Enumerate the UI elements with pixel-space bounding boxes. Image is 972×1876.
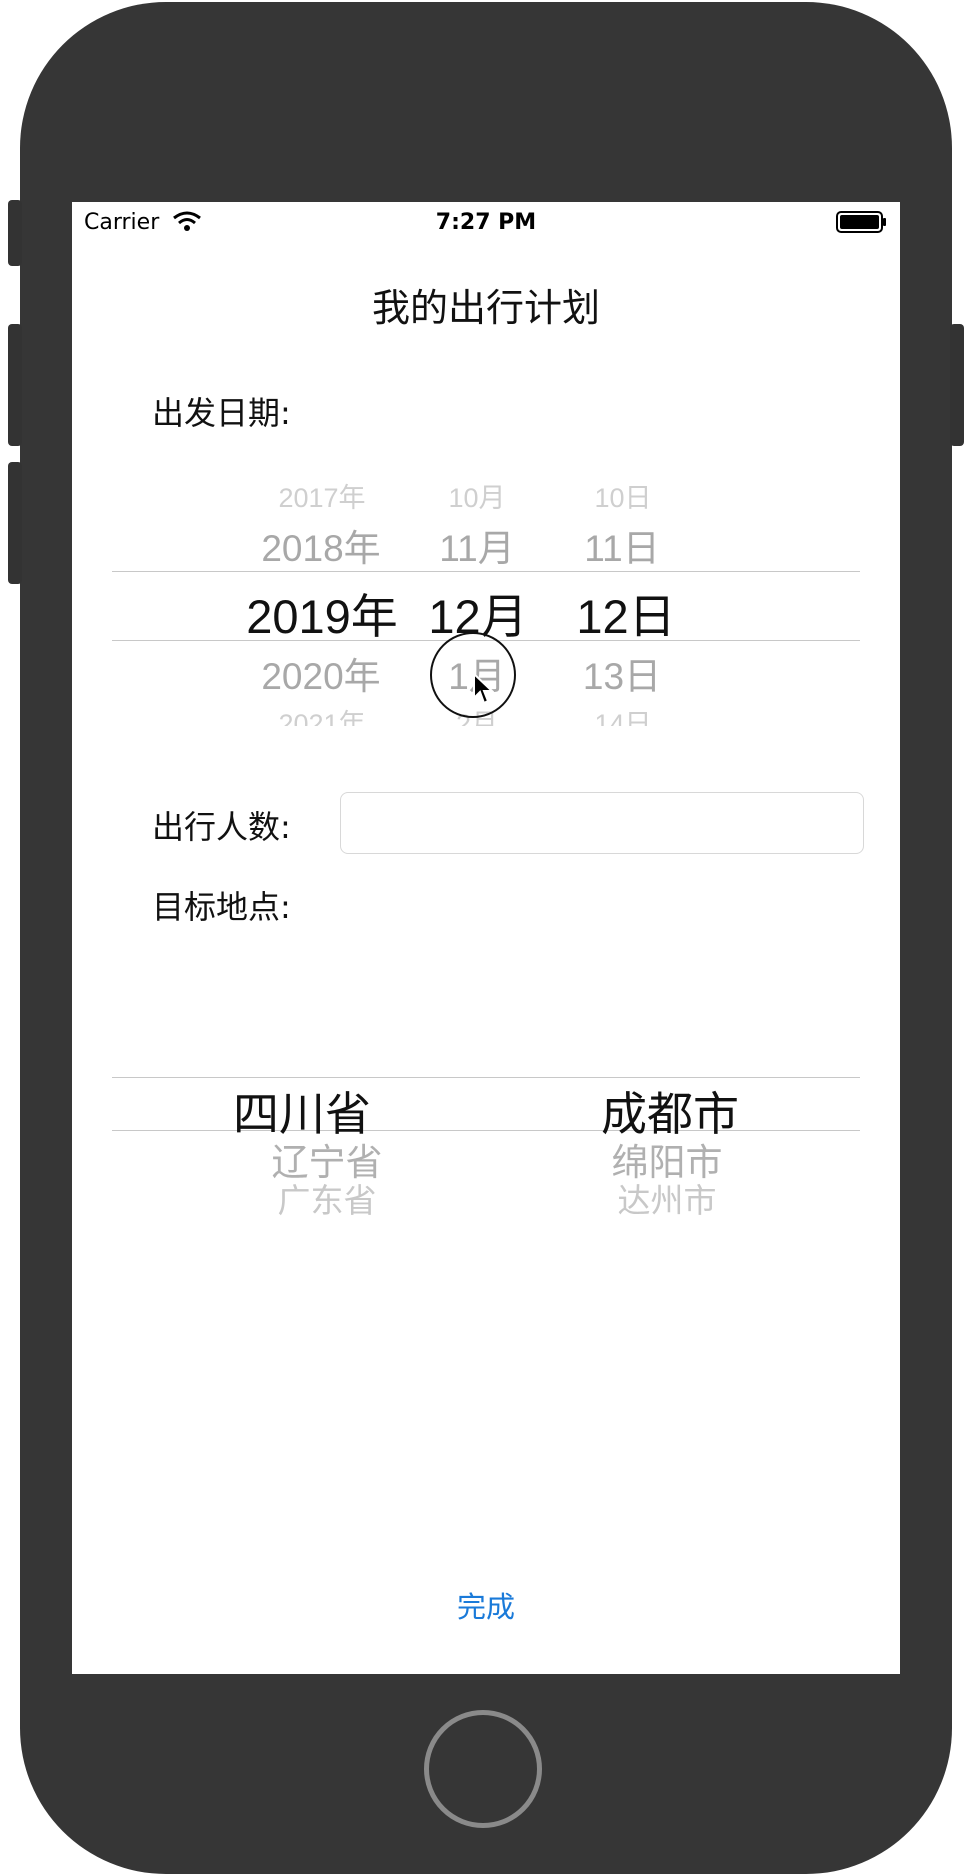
day-option[interactable]: 10日: [578, 476, 668, 515]
travelers-label: 出行人数:: [152, 808, 291, 846]
home-button[interactable]: [424, 1710, 542, 1828]
day-option[interactable]: 13日: [572, 646, 672, 700]
year-option[interactable]: 2017年: [252, 476, 392, 515]
app-screen: Carrier 7:27 PM 我的出行计划 出发日期: 2017年 10月 1…: [72, 202, 900, 1674]
year-option[interactable]: 2018年: [244, 518, 398, 572]
city-option[interactable]: 达州市: [592, 1174, 742, 1222]
power-button: [950, 324, 964, 446]
year-option[interactable]: 2020年: [244, 646, 398, 700]
day-option[interactable]: 14日: [578, 702, 668, 726]
month-option[interactable]: 11月: [422, 518, 532, 572]
cursor-icon: [473, 672, 494, 705]
travelers-input[interactable]: [340, 792, 864, 854]
day-selected[interactable]: 12日: [566, 578, 686, 647]
volume-up-button: [8, 324, 22, 446]
location-picker[interactable]: 四川省 成都市 辽宁省 绵阳市 广东省 达州市: [72, 1022, 900, 1222]
month-option[interactable]: 10月: [432, 476, 522, 515]
done-button[interactable]: 完成: [72, 1584, 900, 1626]
destination-label: 目标地点:: [152, 888, 291, 926]
mute-switch: [8, 200, 22, 266]
province-option[interactable]: 广东省: [252, 1174, 402, 1222]
year-option[interactable]: 2021年: [252, 702, 392, 726]
year-selected[interactable]: 2019年: [232, 578, 412, 647]
volume-down-button: [8, 462, 22, 584]
day-option[interactable]: 11日: [572, 518, 672, 572]
